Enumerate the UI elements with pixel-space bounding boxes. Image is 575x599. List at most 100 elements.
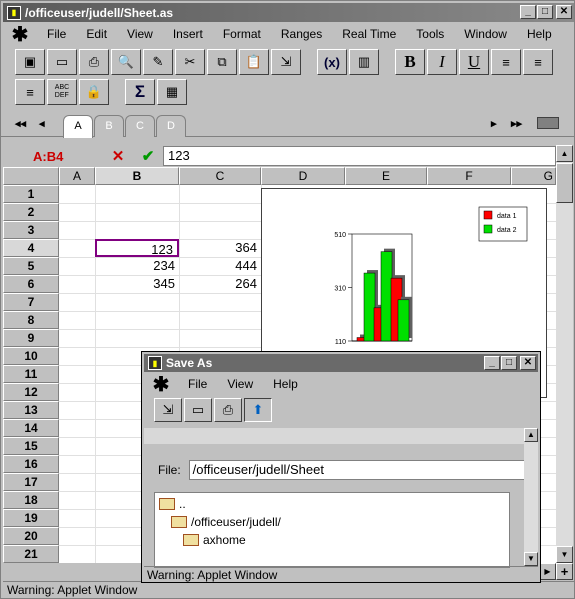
add-sheet-icon[interactable]: + (556, 563, 573, 580)
card-icon[interactable]: ▭ (184, 398, 212, 422)
tab-C[interactable]: C (125, 115, 155, 137)
menu-insert[interactable]: Insert (163, 27, 213, 41)
print-preview-icon[interactable]: 🔍 (111, 49, 141, 75)
cell-B5[interactable]: 234 (95, 257, 179, 275)
cancel-edit-icon[interactable]: ✕ (103, 147, 133, 165)
sum-icon[interactable]: Σ (125, 79, 155, 105)
align-center-icon[interactable]: ≡ (523, 49, 553, 75)
column-header-D[interactable]: D (261, 167, 345, 185)
last-sheet-icon[interactable]: ▸▸ (511, 117, 522, 130)
scroll-thumb[interactable] (556, 163, 573, 203)
print-icon[interactable]: ⎙ (79, 49, 109, 75)
row-header-21[interactable]: 21 (3, 545, 59, 563)
dialog-menu-view[interactable]: View (217, 377, 263, 391)
column-header-E[interactable]: E (345, 167, 427, 185)
maximize-button[interactable]: □ (537, 5, 553, 19)
accept-edit-icon[interactable]: ✔ (133, 147, 163, 165)
row-header-13[interactable]: 13 (3, 401, 59, 419)
dialog-maximize-button[interactable]: □ (501, 356, 517, 370)
corner-header[interactable] (3, 167, 59, 185)
cell-B4[interactable]: 123 (95, 239, 179, 257)
align-right-icon[interactable]: ≡ (15, 79, 45, 105)
paste-icon[interactable]: 📋 (239, 49, 269, 75)
formula-input[interactable]: 123 (163, 146, 556, 166)
close-button[interactable]: ✕ (556, 5, 572, 19)
scroll-down-icon[interactable]: ▼ (556, 546, 573, 563)
first-sheet-icon[interactable]: ◂◂ (15, 117, 26, 130)
row-header-4[interactable]: 4 (3, 239, 59, 257)
column-header-A[interactable]: A (59, 167, 95, 185)
calculator-icon[interactable]: ▣ (15, 49, 45, 75)
menu-edit[interactable]: Edit (76, 27, 117, 41)
tree-item-parent[interactable]: .. (159, 497, 186, 511)
dialog-star-menu-icon[interactable]: ✱ (144, 372, 178, 397)
row-header-18[interactable]: 18 (3, 491, 59, 509)
table-icon[interactable]: ▦ (157, 79, 187, 105)
import-icon[interactable]: ⇲ (154, 398, 182, 422)
lock-icon[interactable]: 🔒 (79, 79, 109, 105)
menu-ranges[interactable]: Ranges (271, 27, 332, 41)
function-icon[interactable]: (x) (317, 49, 347, 75)
minimize-button[interactable]: _ (520, 5, 536, 19)
menu-format[interactable]: Format (213, 27, 271, 41)
menu-help[interactable]: Help (517, 27, 562, 41)
row-header-1[interactable]: 1 (3, 185, 59, 203)
menu-tools[interactable]: Tools (406, 27, 454, 41)
menu-real-time[interactable]: Real Time (332, 27, 406, 41)
up-folder-icon[interactable]: ⬆ (244, 398, 272, 422)
bold-button[interactable]: B (395, 49, 425, 75)
menu-view[interactable]: View (117, 27, 163, 41)
card-icon[interactable]: ▭ (47, 49, 77, 75)
row-header-2[interactable]: 2 (3, 203, 59, 221)
spellcheck-icon[interactable]: ABC DEF (47, 79, 77, 105)
chart-icon[interactable]: ▥ (349, 49, 379, 75)
cut-icon[interactable]: ✂ (175, 49, 205, 75)
row-header-10[interactable]: 10 (3, 347, 59, 365)
column-header-G[interactable]: G (511, 167, 556, 185)
scroll-up-icon[interactable]: ▲ (556, 145, 573, 162)
dialog-menu-file[interactable]: File (178, 377, 217, 391)
scroll-right-icon[interactable]: ▶ (539, 563, 556, 580)
row-header-14[interactable]: 14 (3, 419, 59, 437)
row-header-3[interactable]: 3 (3, 221, 59, 239)
dialog-minimize-button[interactable]: _ (484, 356, 500, 370)
file-name-input[interactable]: /officeuser/judell/Sheet (188, 460, 525, 480)
row-header-11[interactable]: 11 (3, 365, 59, 383)
tab-A[interactable]: A (63, 115, 93, 138)
tab-D[interactable]: D (156, 115, 186, 137)
dialog-scrollbar[interactable]: ▲ ▼ (524, 428, 538, 566)
row-header-7[interactable]: 7 (3, 293, 59, 311)
dialog-menu-help[interactable]: Help (263, 377, 308, 391)
italic-button[interactable]: I (427, 49, 457, 75)
align-left-icon[interactable]: ≡ (491, 49, 521, 75)
dialog-scroll-up-icon[interactable]: ▲ (524, 428, 538, 442)
tree-item-judell[interactable]: /officeuser/judell/ (171, 515, 281, 529)
vertical-scrollbar[interactable]: ▲ ▼ (556, 145, 573, 563)
row-header-15[interactable]: 15 (3, 437, 59, 455)
row-header-9[interactable]: 9 (3, 329, 59, 347)
row-header-5[interactable]: 5 (3, 257, 59, 275)
dialog-scroll-down-icon[interactable]: ▼ (524, 552, 538, 566)
row-header-6[interactable]: 6 (3, 275, 59, 293)
print-icon[interactable]: ⎙ (214, 398, 242, 422)
dialog-close-button[interactable]: ✕ (520, 356, 536, 370)
row-header-17[interactable]: 17 (3, 473, 59, 491)
sheet-settings-icon[interactable] (537, 117, 559, 129)
cell-C5[interactable]: 444 (179, 257, 261, 275)
folder-tree[interactable]: .. /officeuser/judell/ axhome (154, 492, 510, 568)
next-sheet-icon[interactable]: ▸ (491, 117, 497, 130)
row-header-20[interactable]: 20 (3, 527, 59, 545)
column-header-C[interactable]: C (179, 167, 261, 185)
row-header-12[interactable]: 12 (3, 383, 59, 401)
highlighter-icon[interactable]: ✎ (143, 49, 173, 75)
star-menu-icon[interactable]: ✱ (3, 22, 37, 47)
row-header-16[interactable]: 16 (3, 455, 59, 473)
cell-B6[interactable]: 345 (95, 275, 179, 293)
cell-C4[interactable]: 364 (179, 239, 261, 257)
tab-B[interactable]: B (94, 115, 124, 137)
prev-sheet-icon[interactable]: ◂ (39, 117, 45, 130)
menu-window[interactable]: Window (454, 27, 517, 41)
column-header-F[interactable]: F (427, 167, 511, 185)
tree-item-axhome[interactable]: axhome (183, 533, 246, 547)
row-header-8[interactable]: 8 (3, 311, 59, 329)
